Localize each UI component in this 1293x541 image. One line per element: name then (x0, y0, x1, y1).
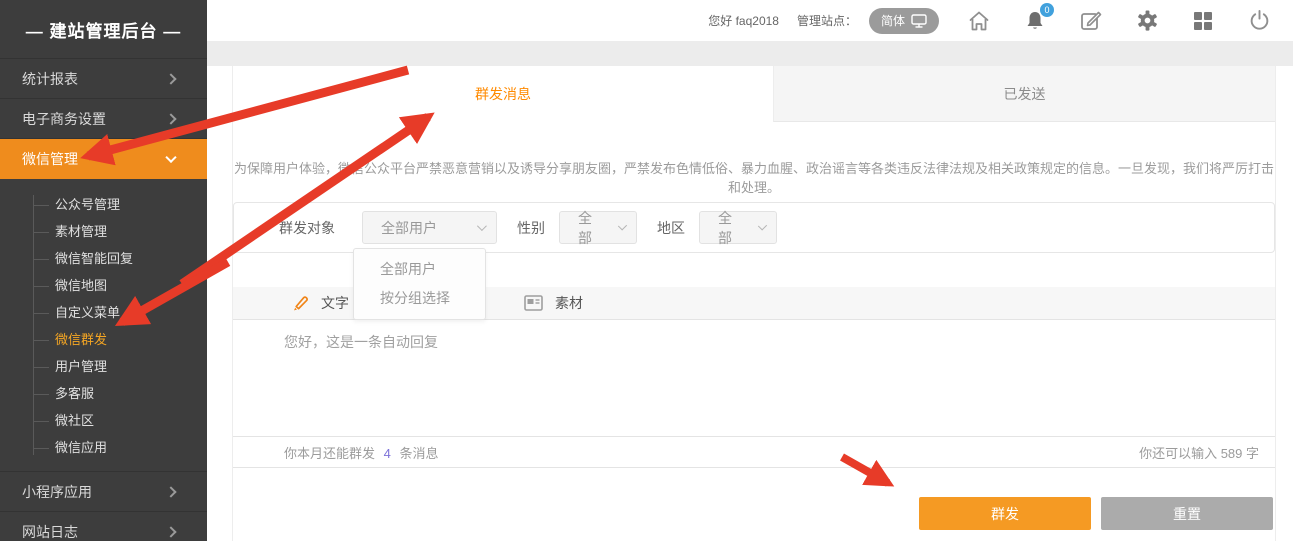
quota-prefix: 你本月还能群发 (284, 446, 375, 461)
submenu-item-smart-reply[interactable]: 微信智能回复 (0, 245, 207, 272)
wechat-submenu: 公众号管理 素材管理 微信智能回复 微信地图 自定义菜单 微信群发 用户管理 多… (0, 179, 207, 471)
target-select-dropdown: 全部用户 按分组选择 (353, 248, 486, 320)
sidebar-item-label: 小程序应用 (22, 484, 92, 500)
material-icon (524, 295, 543, 311)
quota-suffix: 条消息 (400, 446, 439, 461)
content-card: 群发消息 已发送 为保障用户体验，微信公众平台严禁恶意营销以及诱导分享朋友圈，严… (232, 66, 1276, 541)
user-greeting: 您好 faq2018 (708, 12, 779, 29)
target-label: 群发对象 (279, 218, 335, 238)
chevron-down-icon (617, 221, 627, 231)
grid-icon (1192, 10, 1214, 32)
submenu-label: 公众号管理 (55, 197, 120, 212)
material-tool-button[interactable]: 素材 (524, 293, 583, 313)
submenu-item-multi-service[interactable]: 多客服 (0, 380, 207, 407)
chevron-down-icon (165, 152, 176, 163)
edit-button[interactable] (1079, 9, 1103, 33)
text-tool-button[interactable]: 文字 (291, 293, 349, 313)
top-bar: 您好 faq2018 管理站点： 简体 0 (207, 0, 1293, 41)
sidebar-item-site-log[interactable]: 网站日志 (0, 511, 207, 541)
dropdown-option-all-users[interactable]: 全部用户 (354, 255, 485, 284)
sidebar-item-wechat[interactable]: 微信管理 (0, 138, 207, 179)
sidebar-item-miniprogram[interactable]: 小程序应用 (0, 471, 207, 511)
home-button[interactable] (967, 9, 991, 33)
material-tool-label: 素材 (555, 293, 583, 313)
chevron-down-icon (757, 221, 767, 231)
gear-icon (1136, 9, 1159, 32)
sidebar: — 建站管理后台 — 统计报表 电子商务设置 微信管理 公众号管理 素材管理 微… (0, 0, 207, 541)
chevron-right-icon (165, 526, 176, 537)
submenu-item-material[interactable]: 素材管理 (0, 218, 207, 245)
message-textarea[interactable]: 您好，这是一条自动回复 (233, 320, 1275, 436)
apps-button[interactable] (1191, 9, 1215, 33)
logout-button[interactable] (1247, 9, 1271, 33)
submenu-label: 微信应用 (55, 440, 107, 455)
submenu-label: 微信智能回复 (55, 251, 133, 266)
submenu-label: 多客服 (55, 386, 94, 401)
reset-button[interactable]: 重置 (1101, 497, 1273, 530)
power-icon (1248, 9, 1271, 32)
sidebar-item-label: 网站日志 (22, 524, 78, 540)
tab-sent[interactable]: 已发送 (773, 66, 1275, 122)
submenu-label: 自定义菜单 (55, 305, 120, 320)
submenu-item-custom-menu[interactable]: 自定义菜单 (0, 299, 207, 326)
text-tool-label: 文字 (321, 293, 349, 313)
edit-icon (1079, 9, 1103, 33)
home-icon (967, 9, 991, 33)
submenu-item-user-management[interactable]: 用户管理 (0, 353, 207, 380)
submenu-item-mass-send[interactable]: 微信群发 (0, 326, 207, 353)
submenu-item-wechat-app[interactable]: 微信应用 (0, 434, 207, 461)
admin-app: — 建站管理后台 — 统计报表 电子商务设置 微信管理 公众号管理 素材管理 微… (0, 0, 1293, 541)
sidebar-item-ecommerce[interactable]: 电子商务设置 (0, 98, 207, 138)
submenu-label: 微信地图 (55, 278, 107, 293)
notifications-button[interactable]: 0 (1023, 9, 1047, 33)
language-label: 简体 (881, 12, 905, 29)
dropdown-option-by-group[interactable]: 按分组选择 (354, 284, 485, 313)
region-label: 地区 (657, 218, 685, 238)
tab-bar: 群发消息 已发送 (233, 66, 1275, 122)
chevron-right-icon (165, 486, 176, 497)
submenu-item-official-account[interactable]: 公众号管理 (0, 191, 207, 218)
chevron-right-icon (165, 73, 176, 84)
submenu-label: 用户管理 (55, 359, 107, 374)
sidebar-item-label: 电子商务设置 (22, 111, 106, 127)
submenu-label: 微信群发 (55, 332, 107, 347)
quota-count: 4 (384, 446, 391, 461)
gender-select[interactable]: 全部 (559, 211, 637, 244)
header-divider-band (207, 41, 1293, 66)
managed-site-label: 管理站点： (797, 12, 857, 29)
submenu-label: 微社区 (55, 413, 94, 428)
pencil-icon (291, 294, 309, 312)
notification-badge: 0 (1040, 3, 1054, 17)
target-select[interactable]: 全部用户 (362, 211, 497, 244)
submenu-label: 素材管理 (55, 224, 107, 239)
editor-footer: 你本月还能群发 4 条消息 你还可以输入 589 字 (233, 436, 1275, 468)
region-select[interactable]: 全部 (699, 211, 777, 244)
submenu-item-wechat-map[interactable]: 微信地图 (0, 272, 207, 299)
chevron-down-icon (477, 221, 487, 231)
target-select-value: 全部用户 (381, 218, 437, 238)
app-title: — 建站管理后台 — (0, 0, 207, 58)
gender-select-value: 全部 (578, 208, 604, 248)
sidebar-item-statistics[interactable]: 统计报表 (0, 58, 207, 98)
filter-bar: 群发对象 全部用户 性别 全部 地区 全部 (233, 202, 1275, 253)
tab-mass-message[interactable]: 群发消息 (233, 66, 773, 122)
send-button[interactable]: 群发 (919, 497, 1091, 530)
region-select-value: 全部 (718, 208, 744, 248)
settings-button[interactable] (1135, 9, 1159, 33)
policy-notice: 为保障用户体验，微信公众平台严禁恶意营销以及诱导分享朋友圈，严禁发布色情低俗、暴… (233, 158, 1275, 196)
monitor-icon (911, 14, 927, 28)
submenu-item-micro-community[interactable]: 微社区 (0, 407, 207, 434)
quota-remaining-text: 你本月还能群发 4 条消息 (284, 443, 439, 462)
chars-remaining-text: 你还可以输入 589 字 (1139, 443, 1259, 462)
sidebar-item-label: 统计报表 (22, 71, 78, 87)
sidebar-item-label: 微信管理 (22, 151, 78, 167)
language-button[interactable]: 简体 (869, 8, 939, 34)
gender-label: 性别 (517, 218, 545, 238)
chevron-right-icon (165, 113, 176, 124)
